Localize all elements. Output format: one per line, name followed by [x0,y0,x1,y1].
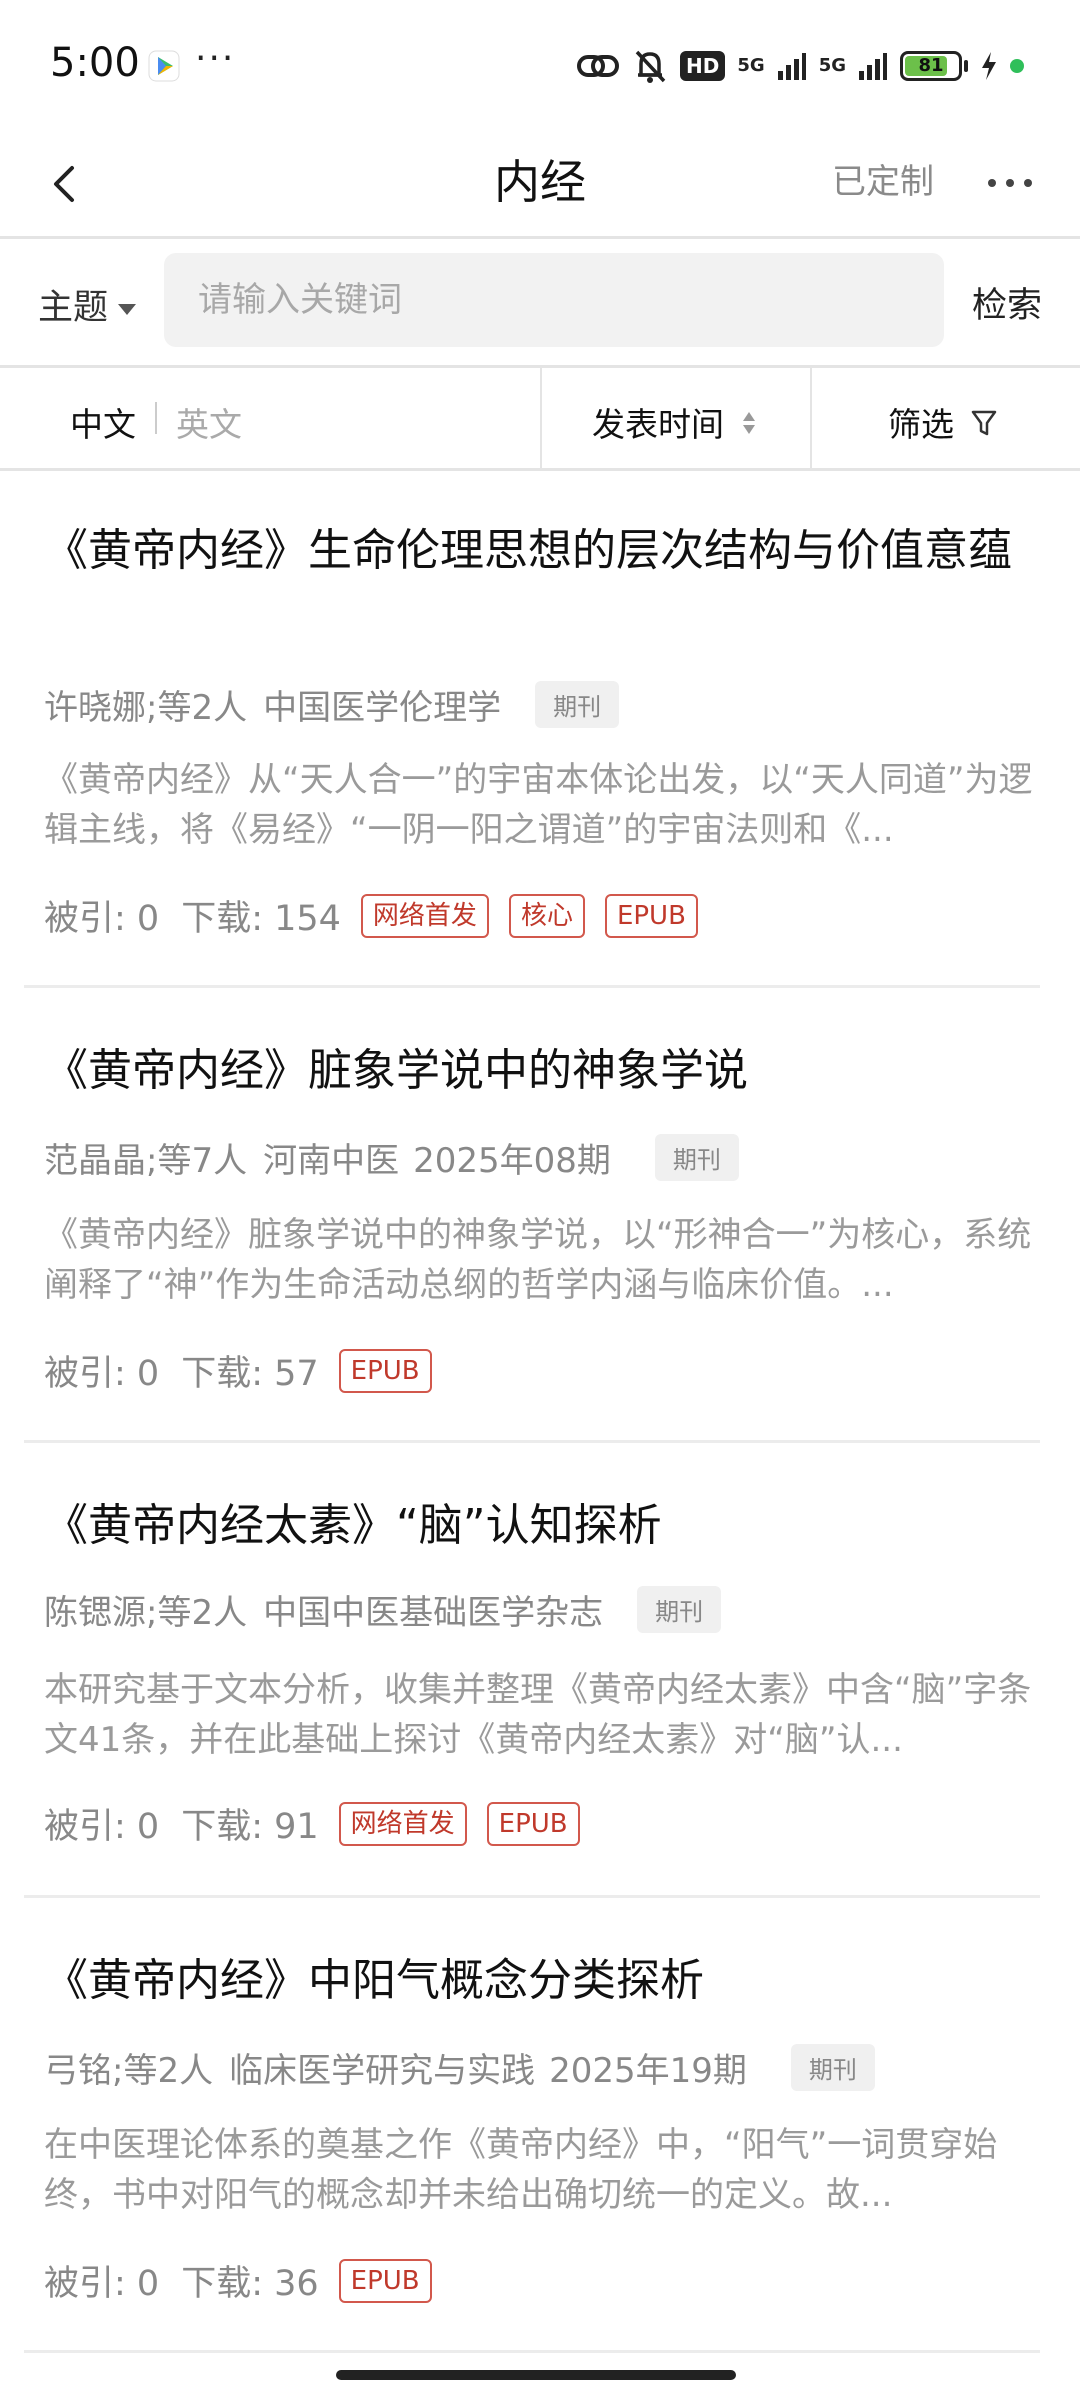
download-count: 下载: 36 [181,2264,319,2304]
network-type-1: 5G [737,55,765,76]
battery-level: 81 [918,55,944,76]
article-divider [24,2350,1040,2353]
cited-count: 被引: 0 [44,899,160,939]
download-count: 下载: 91 [181,1807,319,1847]
sort-by-date-button[interactable]: 发表时间 [592,398,724,446]
article-title[interactable]: 《黄帝内经太素》“脑”认知探析 [44,1495,1034,1557]
article-title[interactable]: 《黄帝内经》脏象学说中的神象学说 [44,1040,1034,1102]
article-journal: 临床医学研究与实践 [229,2051,536,2091]
status-icons: HD 5G 5G 81 [576,44,1024,88]
badge-online-first: 网络首发 [338,1801,467,1846]
funnel-icon [971,410,997,436]
article-type-tag: 期刊 [790,2044,875,2091]
battery-icon: 81 [900,51,962,81]
badge-epub: EPUB [338,1348,432,1393]
download-count: 下载: 154 [181,899,341,939]
article-item[interactable]: 《黄帝内经》中阳气概念分类探析 弓铭;等2人 临床医学研究与实践 2025年19… [0,1898,1080,2350]
hd-badge: HD [680,51,726,81]
article-meta: 弓铭;等2人 临床医学研究与实践 2025年19期 期刊 [44,2043,875,2092]
article-abstract: 《黄帝内经》从“天人合一”的宇宙本体论出发，以“天人同道”为逻辑主线，将《易经》… [44,760,1033,850]
signal-icon-2 [859,53,887,80]
play-store-icon [148,50,180,82]
article-journal: 河南中医 [263,1141,400,1181]
article-journal: 中国医学伦理学 [263,688,502,728]
article-item[interactable]: 《黄帝内经》生命伦理思想的层次结构与价值意蕴 许晓娜;等2人 中国医学伦理学 期… [0,470,1080,985]
topic-dropdown[interactable]: 主题 [38,279,137,330]
download-count: 下载: 57 [181,1354,319,1394]
link-icon [577,55,620,77]
badge-online-first: 网络首发 [360,893,489,938]
sort-arrows-icon [743,412,755,434]
article-item[interactable]: 《黄帝内经太素》“脑”认知探析 陈锶源;等2人 中国中医基础医学杂志 期刊 本研… [0,1443,1080,1895]
article-abstract: 《黄帝内经》脏象学说中的神象学说，以“形神合一”为核心，系统阐释了“神”作为生命… [44,1215,1032,1305]
article-type-tag: 期刊 [637,1586,722,1633]
article-stats: 被引: 0 下载: 57 EPUB [44,1345,452,1396]
privacy-indicator-dot [1010,59,1024,73]
search-bar: 主题 检索 [0,239,1080,365]
article-title[interactable]: 《黄帝内经》中阳气概念分类探析 [44,1950,1034,2012]
cited-count: 被引: 0 [44,2264,160,2304]
screen: 5:00 ··· HD 5G 5G 81 内经 已定制 主题 请输入关键词 检索… [0,0,1080,2400]
search-button[interactable]: 检索 [972,277,1042,328]
cited-count: 被引: 0 [44,1354,160,1394]
home-indicator[interactable] [336,2370,736,2380]
status-more-dots: ··· [195,38,236,79]
charging-bolt-icon [982,52,996,80]
article-meta: 许晓娜;等2人 中国医学伦理学 期刊 [44,680,620,729]
badge-core: 核心 [508,893,585,938]
filter-button[interactable]: 筛选 [888,398,954,446]
article-abstract: 本研究基于文本分析，收集并整理《黄帝内经太素》中含“脑”字条文41条，并在此基础… [44,1670,1032,1760]
status-time: 5:00 [50,40,140,86]
badge-epub: EPUB [338,2258,432,2303]
search-input[interactable] [164,253,944,347]
article-authors: 许晓娜;等2人 [44,688,248,728]
article-title[interactable]: 《黄帝内经》生命伦理思想的层次结构与价值意蕴 [44,520,1034,582]
column-divider [810,368,812,468]
lang-separator [155,402,157,434]
lang-english-tab[interactable]: 英文 [176,398,242,446]
more-options-icon[interactable] [980,148,1040,218]
lang-chinese-tab[interactable]: 中文 [70,398,136,446]
article-abstract: 在中医理论体系的奠基之作《黄帝内经》中，“阳气”一词贯穿始终，书中对阳气的概念却… [44,2125,998,2215]
network-type-2: 5G [818,55,846,76]
cited-count: 被引: 0 [44,1807,160,1847]
signal-icon-1 [777,53,806,80]
article-type-tag: 期刊 [535,681,620,728]
column-divider [540,368,542,468]
article-issue: 2025年08期 [413,1141,611,1181]
article-authors: 范晶晶;等7人 [44,1141,248,1181]
article-meta: 范晶晶;等7人 河南中医 2025年08期 期刊 [44,1133,739,1182]
badge-epub: EPUB [486,1801,580,1846]
article-stats: 被引: 0 下载: 154 网络首发 核心 EPUB [44,890,718,941]
article-type-tag: 期刊 [654,1134,739,1181]
article-stats: 被引: 0 下载: 91 网络首发 EPUB [44,1798,600,1849]
article-item[interactable]: 《黄帝内经》脏象学说中的神象学说 范晶晶;等7人 河南中医 2025年08期 期… [0,988,1080,1440]
caret-down-icon [118,303,137,315]
article-issue: 2025年19期 [549,2051,747,2091]
customized-button[interactable]: 已定制 [832,154,934,203]
article-meta: 陈锶源;等2人 中国中医基础医学杂志 期刊 [44,1585,722,1634]
status-bar: 5:00 ··· HD 5G 5G 81 [0,0,1080,130]
app-header: 内经 已定制 [0,130,1080,236]
battery-cap [964,60,968,72]
mute-bell-icon [635,50,666,83]
badge-epub: EPUB [604,893,698,938]
article-stats: 被引: 0 下载: 36 EPUB [44,2255,452,2306]
article-authors: 陈锶源;等2人 [44,1593,248,1633]
topic-label: 主题 [38,288,109,328]
filter-bar: 中文 英文 发表时间 筛选 [0,368,1080,468]
article-authors: 弓铭;等2人 [44,2051,214,2091]
article-journal: 中国中医基础医学杂志 [263,1593,604,1633]
